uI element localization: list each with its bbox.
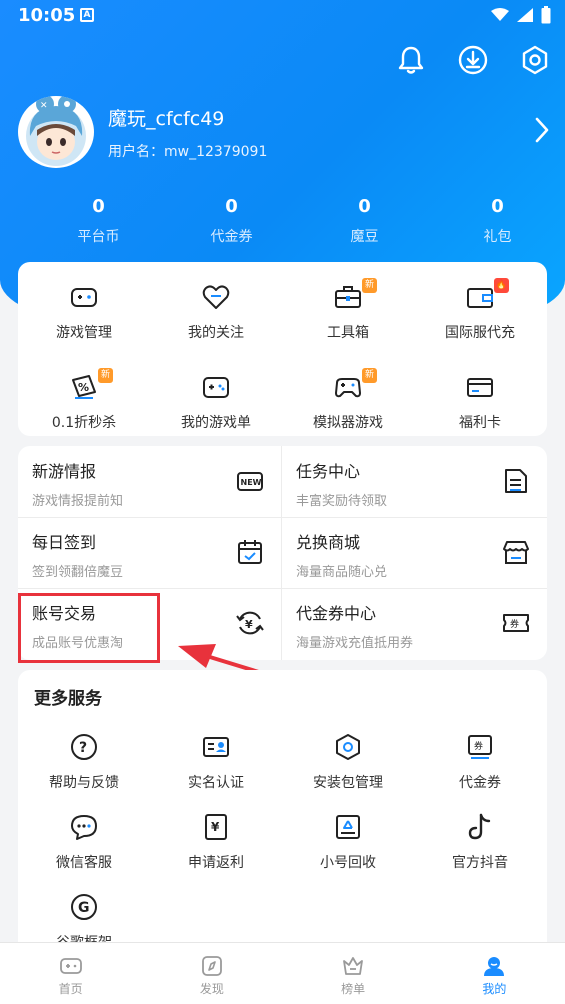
new-tag: 新 [98, 368, 113, 383]
settings-icon[interactable] [519, 44, 551, 76]
stat-voucher[interactable]: 0 代金券 [165, 196, 298, 246]
battery-icon [541, 6, 551, 24]
svg-text:¥: ¥ [245, 618, 253, 631]
card-icon [467, 378, 493, 397]
trophy-icon [343, 957, 364, 975]
gamepad-icon [71, 288, 97, 307]
home-gamepad-icon [59, 958, 82, 974]
tab-ranking[interactable]: 榜单 [283, 943, 424, 1004]
status-bar: 10:05 A [0, 0, 565, 32]
stat-gift[interactable]: 0 礼包 [431, 196, 564, 246]
package-icon [336, 734, 360, 760]
google-icon: G [71, 894, 97, 920]
compass-icon [201, 956, 222, 976]
svg-text:?: ? [79, 740, 87, 756]
toolbox-icon [335, 286, 361, 308]
svg-text:券: 券 [474, 740, 483, 752]
stat-platform-coin[interactable]: 0 平台币 [32, 196, 165, 246]
tool-toolbox[interactable]: 新 工具箱 [282, 278, 414, 342]
wifi-icon [491, 8, 509, 21]
tool-emulator-games[interactable]: 新 模拟器游戏 [282, 368, 414, 432]
tab-home[interactable]: 首页 [0, 943, 141, 1004]
service-new-game-info[interactable]: 新游情报 游戏情报提前知 NEW [18, 446, 282, 518]
signal-icon [517, 8, 533, 22]
more-package-manage[interactable]: 安装包管理 [282, 732, 414, 792]
more-services-title: 更多服务 [34, 689, 102, 709]
service-voucher-center[interactable]: 代金券中心 海量游戏充值抵用券 券 [282, 588, 547, 660]
stats-row: 0 平台币 0 代金券 0 魔豆 0 礼包 [0, 196, 565, 246]
emulator-icon [335, 378, 361, 398]
user-id: 用户名：mw_12379091 [108, 144, 268, 160]
service-daily-signin[interactable]: 每日签到 签到领翻倍魔豆 [18, 517, 282, 589]
new-tag: 新 [362, 278, 377, 293]
voucher-icon: 券 [468, 735, 492, 759]
new-icon: NEW [237, 472, 263, 491]
tiktok-icon [468, 813, 491, 840]
more-apply-rebate[interactable]: ¥ 申请返利 [150, 812, 282, 872]
service-task-center[interactable]: 任务中心 丰富奖励待领取 [282, 446, 547, 518]
avatar[interactable]: ✕ [18, 96, 94, 168]
tool-my-game-list[interactable]: 我的游戏单 [150, 372, 282, 432]
tool-my-follow[interactable]: 我的关注 [150, 282, 282, 342]
bottom-tab-bar: 首页 发现 榜单 我的 [0, 942, 565, 1004]
shop-icon [503, 541, 529, 564]
new-tag: 新 [362, 368, 377, 383]
tool-flash-sale[interactable]: % 新 0.1折秒杀 [18, 368, 150, 432]
more-official-douyin[interactable]: 官方抖音 [414, 812, 546, 872]
id-card-icon [203, 737, 229, 757]
status-time: 10:05 [18, 5, 76, 26]
svg-text:券: 券 [510, 618, 519, 630]
rebate-icon: ¥ [205, 814, 227, 840]
stat-magic-bean[interactable]: 0 魔豆 [298, 196, 431, 246]
coupon-icon: 券 [503, 614, 529, 632]
service-exchange-mall[interactable]: 兑换商城 海量商品随心兑 [282, 517, 547, 589]
chevron-right-icon[interactable] [533, 116, 551, 144]
tool-game-manage[interactable]: 游戏管理 [18, 282, 150, 342]
task-icon [505, 469, 527, 493]
svg-text:¥: ¥ [211, 820, 220, 834]
svg-text:NEW: NEW [241, 478, 262, 487]
more-real-name[interactable]: 实名认证 [150, 732, 282, 792]
chat-icon [71, 815, 97, 840]
svg-text:✕: ✕ [40, 101, 48, 111]
calendar-icon [238, 540, 262, 564]
user-icon [484, 957, 505, 976]
controller-icon [203, 377, 229, 398]
exchange-icon: ¥ [236, 611, 264, 635]
svg-text:%: % [78, 381, 89, 394]
tool-intl-recharge[interactable]: 🔥 国际服代充 [414, 278, 546, 342]
bell-icon[interactable] [395, 44, 427, 76]
hot-tag: 🔥 [494, 278, 509, 293]
avatar-illustration-icon: ✕ [26, 96, 86, 166]
username: 魔玩_cfcfc49 [108, 108, 225, 130]
recycle-icon [336, 815, 360, 839]
help-icon: ? [71, 734, 97, 760]
notification-badge-icon: A [80, 8, 94, 22]
tab-discover[interactable]: 发现 [141, 943, 282, 1004]
tools-card: 游戏管理 我的关注 新 工具箱 🔥 国际服代充 % 新 0.1折秒杀 我的游戏单 … [18, 262, 547, 436]
tool-welfare-card[interactable]: 福利卡 [414, 372, 546, 432]
more-help-feedback[interactable]: ? 帮助与反馈 [18, 732, 150, 792]
heart-icon [202, 285, 230, 309]
wallet-icon [467, 288, 493, 308]
svg-text:G: G [78, 900, 90, 916]
more-voucher[interactable]: 券 代金券 [414, 732, 546, 792]
highlight-box [18, 593, 160, 663]
download-icon[interactable] [457, 44, 489, 76]
more-wechat-service[interactable]: 微信客服 [18, 812, 150, 872]
more-services-card: 更多服务 ? 帮助与反馈 实名认证 安装包管理 券 代金券 微信客服 ¥ 申请返… [18, 670, 547, 960]
more-account-recycle[interactable]: 小号回收 [282, 812, 414, 872]
discount-icon: % [72, 375, 96, 399]
tab-mine[interactable]: 我的 [424, 943, 565, 1004]
